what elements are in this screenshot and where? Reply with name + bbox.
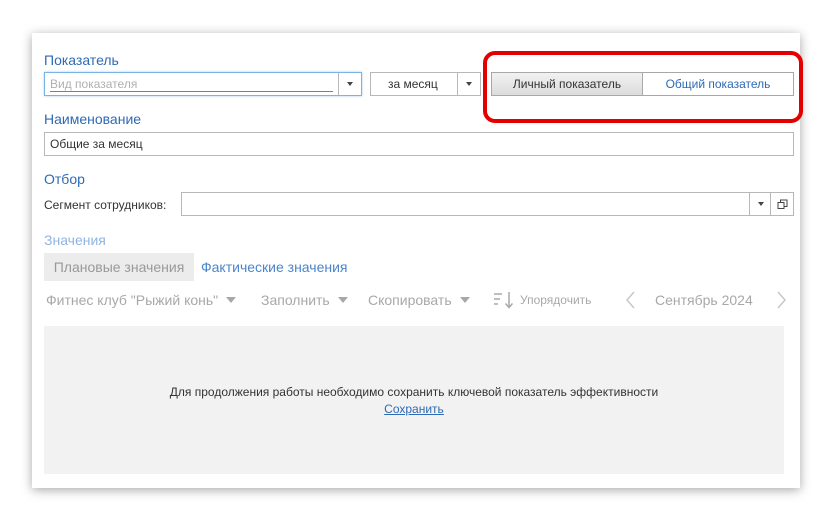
prev-period-button[interactable]: [624, 289, 636, 311]
filter-section-label: Отбор: [44, 171, 85, 187]
segment-label: Сегмент сотрудников:: [44, 198, 167, 212]
chevron-down-icon: [459, 297, 470, 303]
values-table-placeholder: Для продолжения работы необходимо сохран…: [44, 326, 784, 474]
fill-button[interactable]: Заполнить: [261, 289, 348, 311]
sort-icon: [494, 292, 514, 309]
period-label: Сентябрь 2024: [655, 292, 753, 308]
open-window-icon: [777, 199, 787, 209]
save-link[interactable]: Сохранить: [384, 402, 444, 416]
next-period-button[interactable]: [776, 289, 788, 311]
copy-button-label: Скопировать: [368, 292, 452, 308]
period-select[interactable]: за месяц: [370, 72, 481, 96]
indicator-section-label: Показатель: [44, 52, 119, 68]
copy-button[interactable]: Скопировать: [368, 289, 470, 311]
tab-actual-values[interactable]: Фактические значения: [201, 253, 348, 281]
save-required-message: Для продолжения работы необходимо сохран…: [169, 385, 659, 399]
segment-dropdown-button[interactable]: [749, 193, 772, 215]
chevron-down-icon: [466, 82, 472, 86]
indicator-type-dropdown-button[interactable]: [338, 73, 361, 95]
segment-input[interactable]: [181, 192, 794, 216]
club-select-label: Фитнес клуб "Рыжий конь": [46, 292, 219, 308]
red-highlight-frame: [483, 51, 803, 123]
fill-button-label: Заполнить: [261, 292, 330, 308]
tab-planned-values[interactable]: Плановые значения: [44, 253, 194, 281]
segment-open-button[interactable]: [770, 193, 793, 215]
period-select-value: за месяц: [388, 77, 438, 91]
club-select-button[interactable]: Фитнес клуб "Рыжий конь": [46, 289, 237, 311]
chevron-right-icon: [777, 291, 786, 309]
chevron-down-icon: [226, 297, 237, 303]
values-section-label: Значения: [44, 232, 106, 248]
period-dropdown-button[interactable]: [457, 73, 480, 95]
name-section-label: Наименование: [44, 111, 142, 127]
chevron-down-icon: [337, 297, 348, 303]
chevron-down-icon: [758, 202, 764, 206]
chevron-left-icon: [626, 291, 635, 309]
indicator-type-placeholder: Вид показателя: [50, 78, 333, 92]
name-input[interactable]: Общие за месяц: [44, 132, 794, 156]
sort-button[interactable]: Упорядочить: [493, 289, 591, 311]
indicator-type-field[interactable]: Вид показателя: [44, 72, 362, 96]
sort-button-label: Упорядочить: [520, 293, 592, 307]
chevron-down-icon: [347, 82, 353, 86]
